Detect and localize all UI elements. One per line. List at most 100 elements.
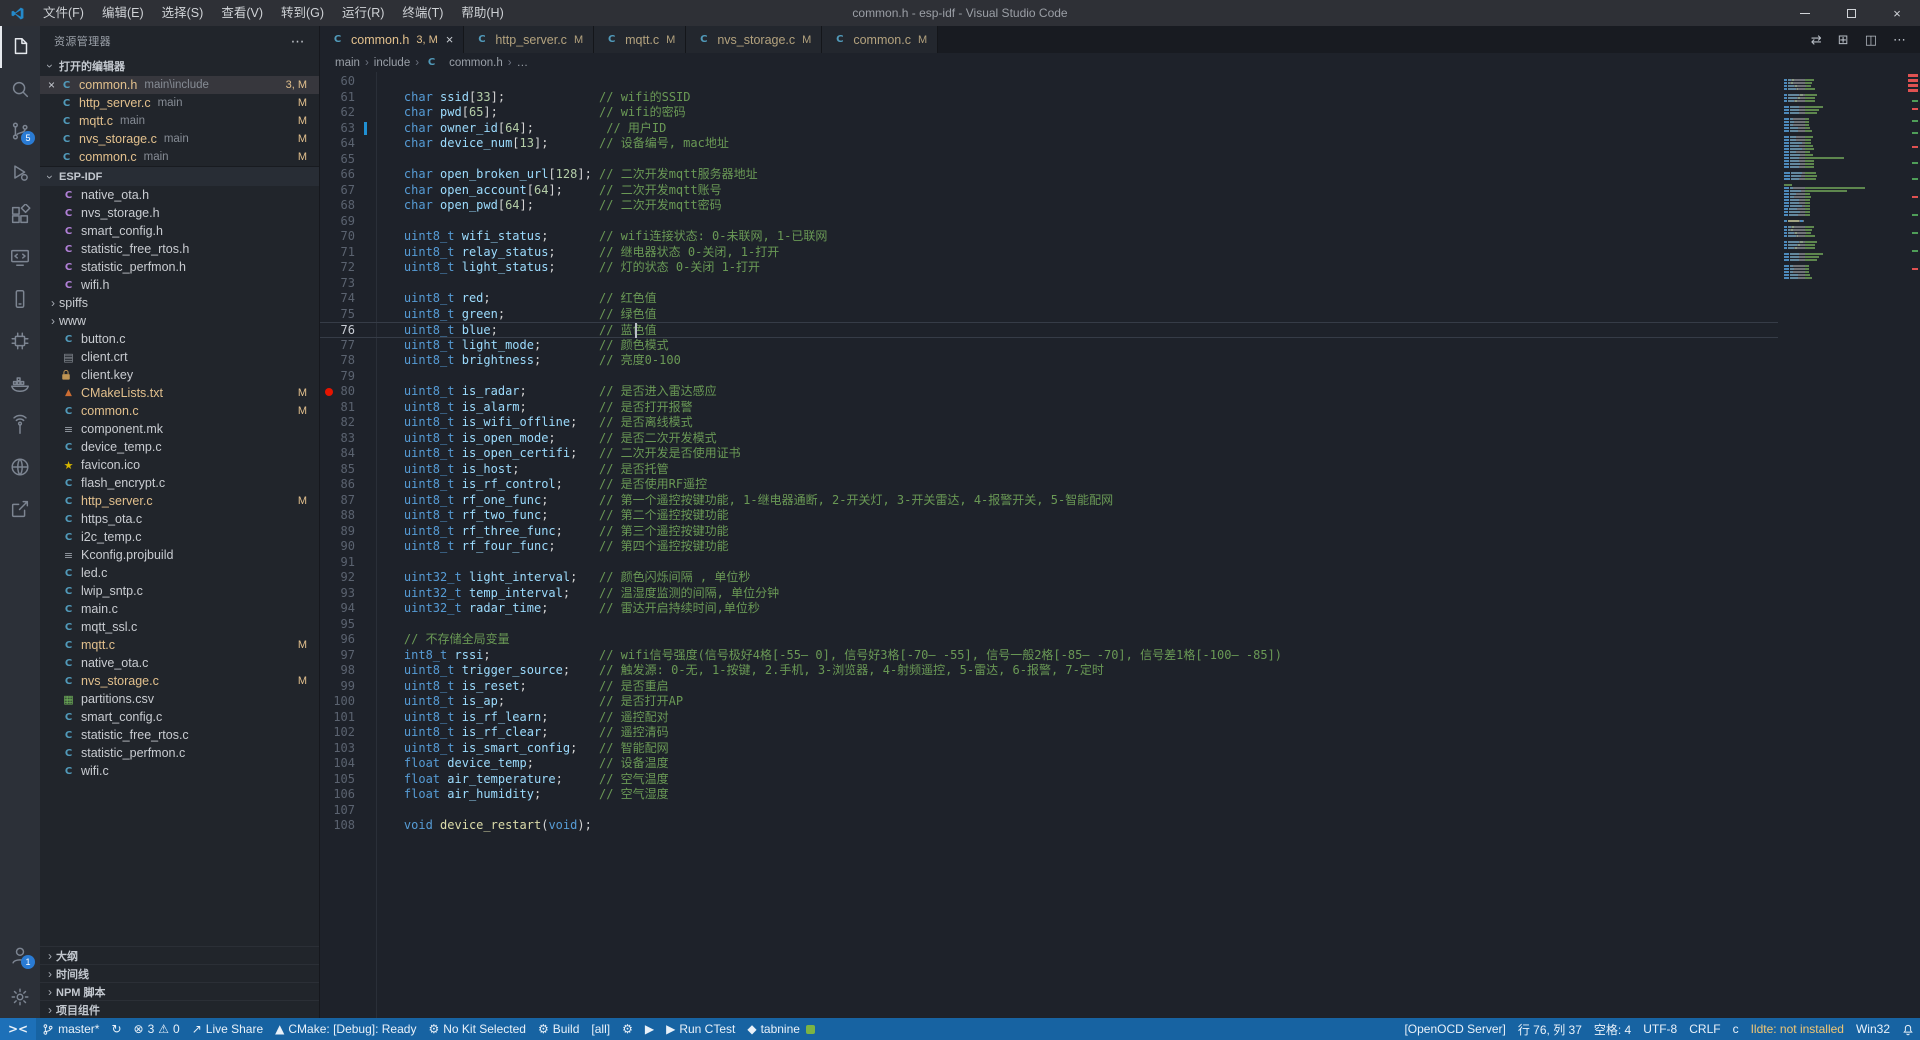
language-mode[interactable]: c [1727,1018,1745,1040]
code-line-95[interactable]: 95 [320,617,1778,633]
tree-item[interactable]: Cstatistic_free_rtos.c [40,726,319,744]
cmake-kit[interactable]: ⚙No Kit Selected [422,1018,531,1040]
search-icon[interactable] [0,68,40,110]
tab-common.c[interactable]: Ccommon.cM [822,26,938,53]
code-line-75[interactable]: 75 uint8_t green; // 绿色值 [320,307,1778,323]
tree-item[interactable]: Cmain.c [40,600,319,618]
code-line-90[interactable]: 90 uint8_t rf_four_func; // 第四个遥控按键功能 [320,539,1778,555]
platform[interactable]: Win32 [1850,1018,1896,1040]
tree-item[interactable]: ›www [40,312,319,330]
minimize-button[interactable] [1782,0,1828,26]
line-number-gutter[interactable]: 76 [320,323,375,337]
menu-item[interactable]: 转到(G) [272,0,333,26]
code-line-102[interactable]: 102 uint8_t is_rf_clear; // 遥控清码 [320,725,1778,741]
minimap[interactable] [1778,72,1904,1018]
line-number-gutter[interactable]: 72 [320,260,375,276]
line-number-gutter[interactable]: 104 [320,756,375,772]
line-number-gutter[interactable]: 83 [320,431,375,447]
line-number-gutter[interactable]: 70 [320,229,375,245]
line-number-gutter[interactable]: 73 [320,276,375,292]
tree-item[interactable]: Cmqtt_ssl.c [40,618,319,636]
eol[interactable]: CRLF [1683,1018,1726,1040]
tree-item[interactable]: Clwip_sntp.c [40,582,319,600]
split-editor-icon[interactable]: ◫ [1865,32,1877,48]
code-line-93[interactable]: 93 uint32_t temp_interval; // 温湿度监测的间隔, … [320,586,1778,602]
code-line-94[interactable]: 94 uint32_t radar_time; // 雷达开启持续时间,单位秒 [320,601,1778,617]
tree-item[interactable]: Chttps_ota.c [40,510,319,528]
code-line-82[interactable]: 82 uint8_t is_wifi_offline; // 是否离线模式 [320,415,1778,431]
line-number-gutter[interactable]: 105 [320,772,375,788]
restore-button[interactable] [1828,0,1874,26]
sidebar-section-header[interactable]: ›NPM 脚本 [40,982,319,1000]
cursor-position[interactable]: 行 76, 列 37 [1512,1018,1588,1040]
menu-item[interactable]: 帮助(H) [452,0,512,26]
tree-item[interactable]: ≡Kconfig.projbuild [40,546,319,564]
code-line-86[interactable]: 86 uint8_t is_rf_control; // 是否使用RF遥控 [320,477,1778,493]
tree-item[interactable]: ▤client.crt [40,348,319,366]
line-number-gutter[interactable]: 101 [320,710,375,726]
tree-item[interactable]: Cnative_ota.h [40,186,319,204]
code-line-68[interactable]: 68 char open_pwd[64]; // 二次开发mqtt密码 [320,198,1778,214]
tree-item[interactable]: Cstatistic_free_rtos.h [40,240,319,258]
tree-item[interactable]: ★favicon.ico [40,456,319,474]
line-number-gutter[interactable]: 87 [320,493,375,509]
code-line-107[interactable]: 107 [320,803,1778,819]
tabnine[interactable]: ◆tabnine [741,1018,821,1040]
code-line-84[interactable]: 84 uint8_t is_open_certifi; // 二次开发是否使用证… [320,446,1778,462]
code-line-99[interactable]: 99 uint8_t is_reset; // 是否重启 [320,679,1778,695]
open-editor-item[interactable]: Ccommon.cmainM [40,148,319,166]
share-icon[interactable] [0,488,40,530]
tab-common.h[interactable]: Ccommon.h3, M× [320,26,464,53]
menu-item[interactable]: 终端(T) [393,0,452,26]
code-line-63[interactable]: 63 char owner_id[64]; // 用户ID [320,121,1778,137]
cmake-build[interactable]: ⚙Build [532,1018,585,1040]
menu-item[interactable]: 文件(F) [34,0,93,26]
line-number-gutter[interactable]: 102 [320,725,375,741]
tree-item[interactable]: Csmart_config.c [40,708,319,726]
open-editor-item[interactable]: Cmqtt.cmainM [40,112,319,130]
code-line-66[interactable]: 66 char open_broken_url[128]; // 二次开发mqt… [320,167,1778,183]
line-number-gutter[interactable]: 93 [320,586,375,602]
close-icon[interactable]: × [44,78,59,92]
tree-item[interactable]: ›spiffs [40,294,319,312]
line-number-gutter[interactable]: 91 [320,555,375,571]
code-line-72[interactable]: 72 uint8_t light_status; // 灯的状态 0-关闭 1-… [320,260,1778,276]
line-number-gutter[interactable]: 92 [320,570,375,586]
line-number-gutter[interactable]: 108 [320,818,375,834]
tree-item[interactable]: Ci2c_temp.c [40,528,319,546]
code-line-81[interactable]: 81 uint8_t is_alarm; // 是否打开报警 [320,400,1778,416]
code-line-76[interactable]: 76 uint8_t blue; // 蓝色值 [320,322,1778,338]
code-line-88[interactable]: 88 uint8_t rf_two_func; // 第二个遥控按键功能 [320,508,1778,524]
line-number-gutter[interactable]: 63 [320,121,375,137]
antenna-icon[interactable] [0,404,40,446]
tree-item[interactable]: Cstatistic_perfmon.c [40,744,319,762]
openocd-server[interactable]: [OpenOCD Server] [1398,1018,1511,1040]
line-number-gutter[interactable]: 78 [320,353,375,369]
code-line-69[interactable]: 69 [320,214,1778,230]
code-line-103[interactable]: 103 uint8_t is_smart_config; // 智能配网 [320,741,1778,757]
code-line-62[interactable]: 62 char pwd[65]; // wifi的密码 [320,105,1778,121]
open-editor-item[interactable]: Cnvs_storage.cmainM [40,130,319,148]
code-line-96[interactable]: 96 // 不存储全局变量 [320,632,1778,648]
line-number-gutter[interactable]: 69 [320,214,375,230]
code-line-79[interactable]: 79 [320,369,1778,385]
line-number-gutter[interactable]: 79 [320,369,375,385]
tab-mqtt.c[interactable]: Cmqtt.cM [594,26,686,53]
line-number-gutter[interactable]: 98 [320,663,375,679]
line-number-gutter[interactable]: 68 [320,198,375,214]
code-line-74[interactable]: 74 uint8_t red; // 红色值 [320,291,1778,307]
globe-icon[interactable] [0,446,40,488]
line-number-gutter[interactable]: 89 [320,524,375,540]
line-number-gutter[interactable]: 96 [320,632,375,648]
line-number-gutter[interactable]: 80 [320,384,375,400]
line-number-gutter[interactable]: 65 [320,152,375,168]
code-line-89[interactable]: 89 uint8_t rf_three_func; // 第三个遥控按键功能 [320,524,1778,540]
tree-item[interactable]: Cnvs_storage.cM [40,672,319,690]
line-number-gutter[interactable]: 77 [320,338,375,354]
code-line-73[interactable]: 73 [320,276,1778,292]
breadcrumb-item[interactable]: include [374,57,410,69]
code-line-105[interactable]: 105 float air_temperature; // 空气温度 [320,772,1778,788]
line-number-gutter[interactable]: 103 [320,741,375,757]
problems[interactable]: ⊗3⚠0 [128,1018,186,1040]
line-number-gutter[interactable]: 74 [320,291,375,307]
